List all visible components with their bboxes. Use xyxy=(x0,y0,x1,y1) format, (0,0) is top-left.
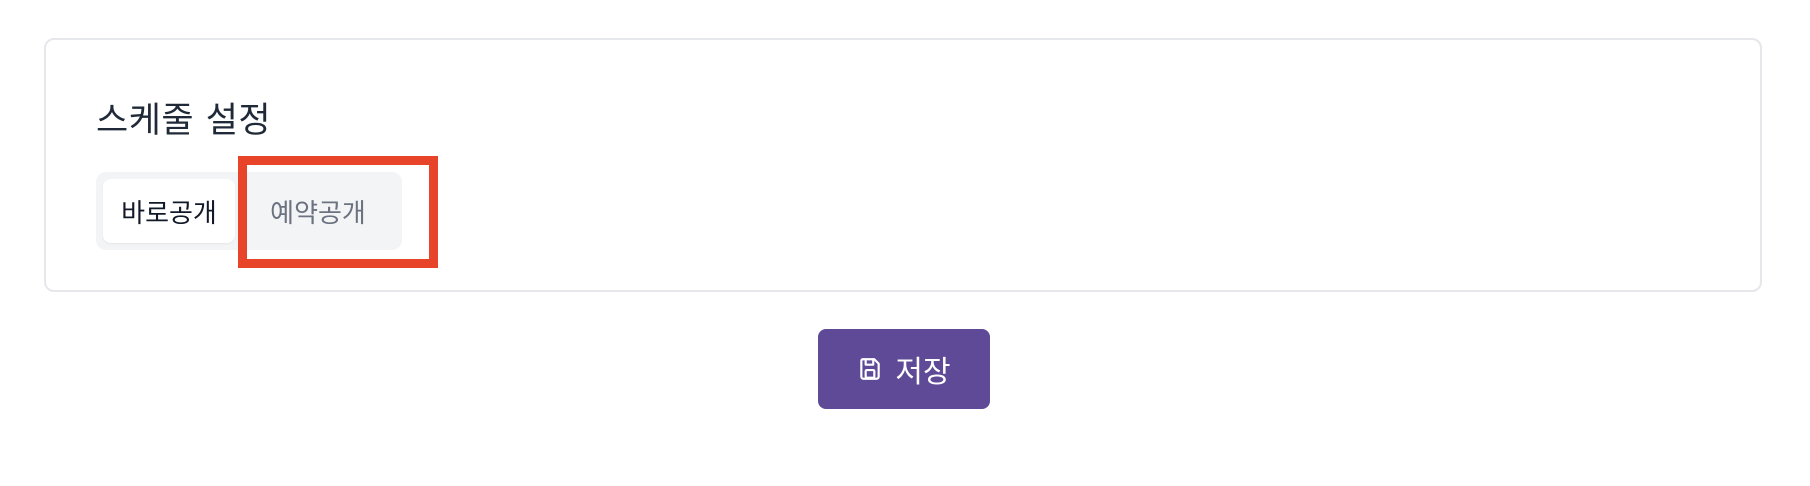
save-button-label: 저장 xyxy=(895,355,951,390)
save-icon xyxy=(857,356,883,382)
page: 스케줄 설정 바로공개 예약공개 저장 xyxy=(0,0,1810,486)
save-button[interactable]: 저장 xyxy=(818,329,990,409)
section-title: 스케줄 설정 xyxy=(96,101,272,141)
publish-mode-toggle: 바로공개 예약공개 xyxy=(96,172,402,250)
scheduled-publish-option[interactable]: 예약공개 xyxy=(242,179,394,243)
schedule-settings-card: 스케줄 설정 바로공개 예약공개 xyxy=(44,38,1762,292)
publish-now-option[interactable]: 바로공개 xyxy=(103,179,235,243)
